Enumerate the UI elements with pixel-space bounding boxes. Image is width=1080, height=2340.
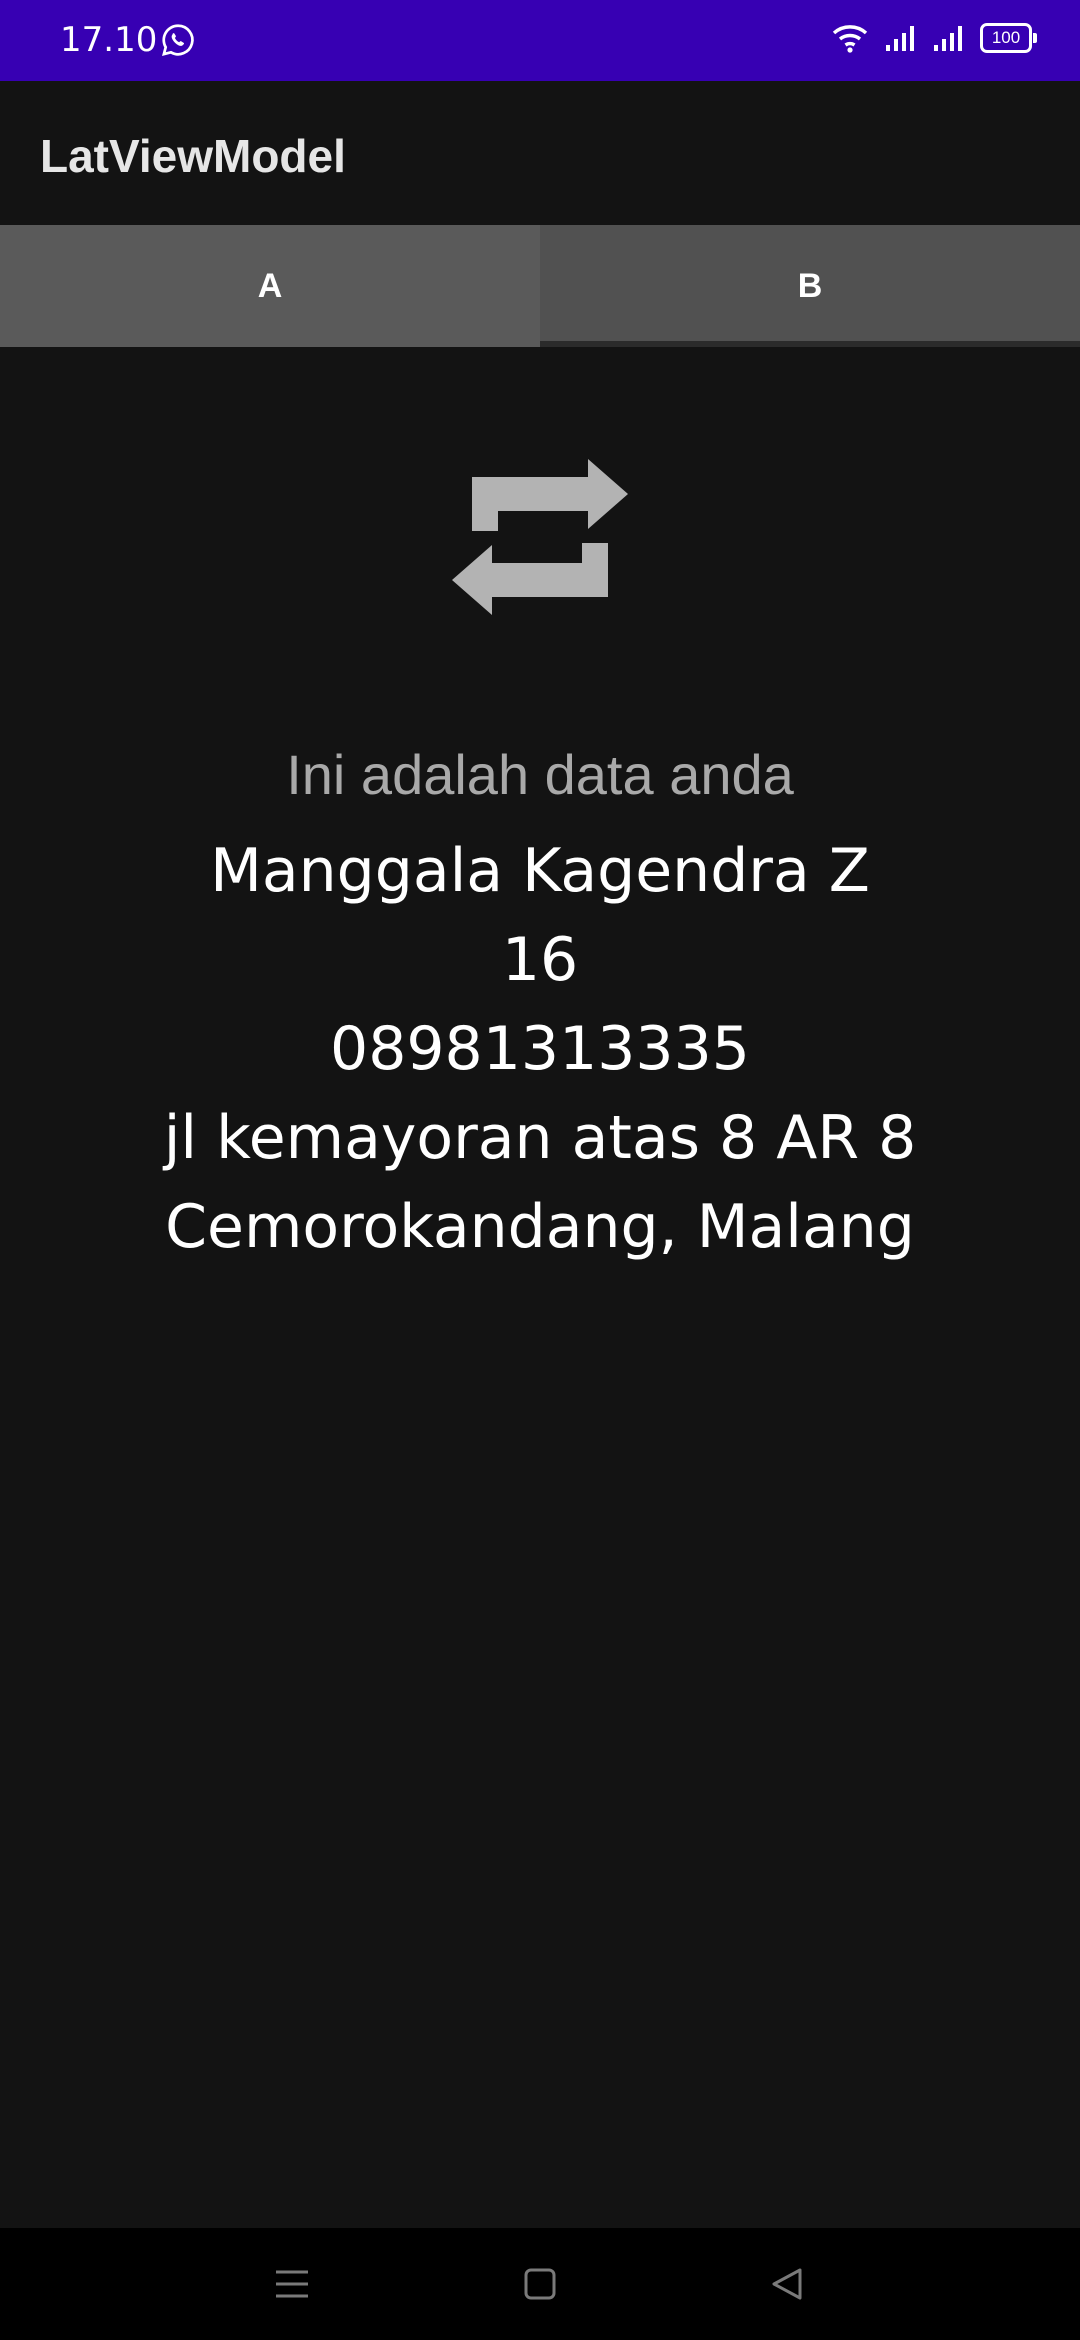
tab-b[interactable]: B [540,225,1080,347]
status-icons: 100 [830,22,1037,54]
tab-bar: A B [0,225,1080,347]
signal-icon [934,26,962,51]
status-bar: 17.10 100 [0,0,1080,81]
status-time: 17.10 [60,20,158,60]
user-data: Manggala Kagendra Z 16 08981313335 jl ke… [0,827,1080,1272]
wifi-icon [832,25,868,53]
tab-indicator [540,341,1080,347]
swap-arrows-icon [452,459,628,615]
tab-b-label: B [797,266,823,305]
user-phone: 08981313335 [330,1014,750,1084]
home-square-icon[interactable] [520,2264,560,2304]
user-name: Manggala Kagendra Z [210,836,870,906]
data-subtitle: Ini adalah data anda [286,743,794,806]
page-title: LatViewModel [40,130,346,182]
back-triangle-icon[interactable] [768,2264,808,2304]
menu-icon[interactable] [272,2264,312,2304]
navigation-bar [0,2228,1080,2340]
signal-icon [886,26,914,51]
user-address-line2: Cemorokandang, Malang [165,1192,915,1262]
app-bar: LatViewModel [0,81,1080,225]
tab-a-label: A [257,266,283,305]
battery-icon: 100 [980,23,1037,53]
user-age: 16 [501,925,579,995]
tab-a[interactable]: A [0,225,540,347]
user-address-line1: jl kemayoran atas 8 AR 8 [163,1103,917,1173]
whatsapp-icon [162,24,194,56]
